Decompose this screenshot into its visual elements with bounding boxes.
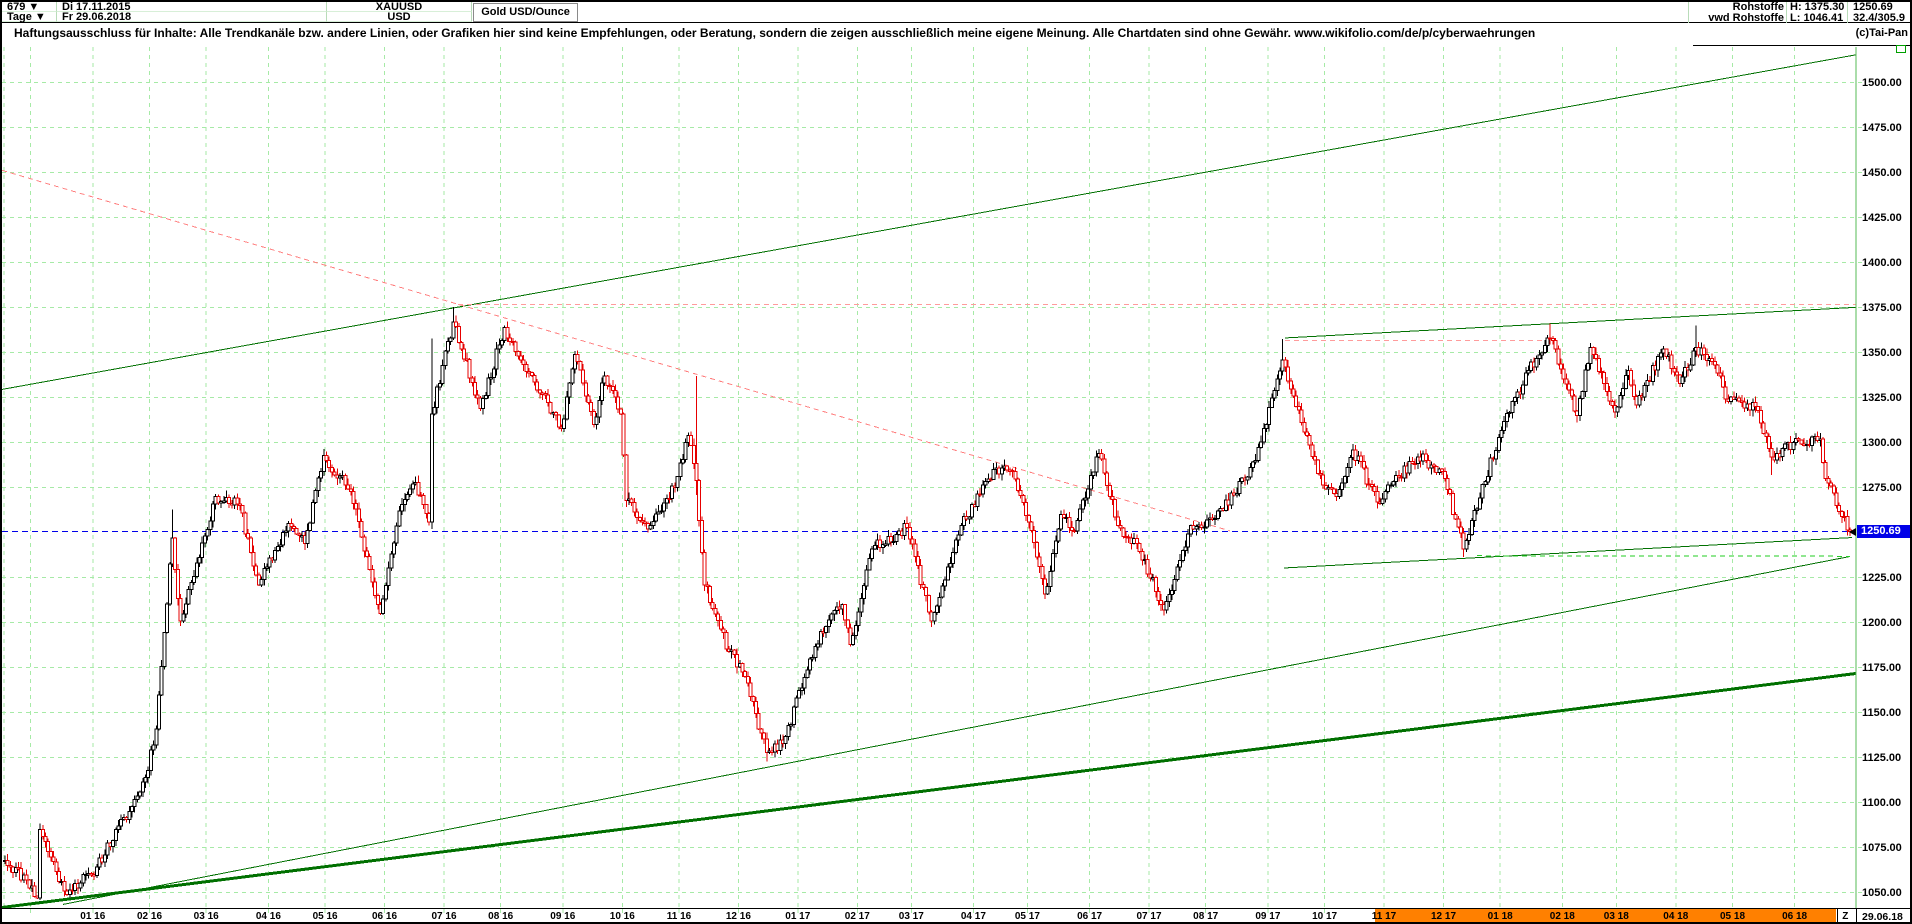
x-axis-month-label: 05 16 xyxy=(313,911,338,922)
zoom-indicator[interactable]: Z xyxy=(1842,911,1848,922)
x-axis-month-label: 01 18 xyxy=(1488,911,1513,922)
y-axis-tick-label: 1175.00 xyxy=(1862,662,1910,674)
x-axis-month-label: 03 16 xyxy=(194,911,219,922)
y-axis-tick-label: 1450.00 xyxy=(1862,167,1910,179)
x-axis-month-label: 02 16 xyxy=(137,911,162,922)
x-axis-month-label: 09 17 xyxy=(1255,911,1280,922)
x-axis-month-label: 05 17 xyxy=(1015,911,1040,922)
y-axis-tick-label: 1275.00 xyxy=(1862,482,1910,494)
x-axis-month-label: 12 17 xyxy=(1431,911,1456,922)
copyright-label: (c)Tai-Pan xyxy=(1790,27,1908,39)
x-axis-month-label: 09 16 xyxy=(550,911,575,922)
y-axis-tick-label: 1225.00 xyxy=(1862,572,1910,584)
x-axis-month-label: 03 18 xyxy=(1604,911,1629,922)
x-axis-month-label: 11 16 xyxy=(667,911,691,922)
chart-corner-control[interactable] xyxy=(1896,45,1906,53)
y-axis-tick-label: 1075.00 xyxy=(1862,842,1910,854)
y-axis-tick-label: 1325.00 xyxy=(1862,392,1910,404)
y-axis-tick-label: 1475.00 xyxy=(1862,122,1910,134)
x-axis-month-label: 02 17 xyxy=(845,911,870,922)
y-axis-tick-label: 1300.00 xyxy=(1862,437,1910,449)
y-axis-tick-label: 1425.00 xyxy=(1862,212,1910,224)
x-axis-month-label: 06 16 xyxy=(372,911,397,922)
data-source: Rohstoffevwd Rohstoffe xyxy=(1692,2,1784,23)
last-price-flag: 1250.69 xyxy=(1857,525,1912,538)
currency-cell: USD xyxy=(327,12,472,22)
high-low-values: H: 1375.30L: 1046.41 xyxy=(1790,2,1845,23)
x-axis-month-label: 06 17 xyxy=(1077,911,1102,922)
period-dropdown[interactable]: Tage ▼ xyxy=(2,12,57,22)
axis-end-date: 29.06.18 xyxy=(1862,911,1903,923)
y-axis-tick-label: 1375.00 xyxy=(1862,302,1910,314)
y-axis-tick-label: 1050.00 xyxy=(1862,887,1910,899)
y-axis-tick-label: 1125.00 xyxy=(1862,752,1910,764)
x-axis-month-label: 06 18 xyxy=(1782,911,1807,922)
x-axis-month-label: 01 17 xyxy=(785,911,810,922)
x-axis-month-label: 03 17 xyxy=(899,911,924,922)
price-pointer-icon xyxy=(1849,528,1856,536)
y-axis-tick-label: 1500.00 xyxy=(1862,77,1910,89)
chart-plot-area[interactable] xyxy=(2,47,1856,908)
x-axis-month-label: 01 16 xyxy=(80,911,105,922)
end-date-cell: Fr 29.06.2018 xyxy=(57,12,327,22)
x-axis-month-label: 12 16 xyxy=(726,911,751,922)
x-axis-month-label: 07 17 xyxy=(1136,911,1161,922)
header-divider xyxy=(0,22,1912,23)
x-axis-month-label: 07 16 xyxy=(431,911,456,922)
x-axis-month-label: 05 18 xyxy=(1720,911,1745,922)
x-axis-month-label: 10 16 xyxy=(610,911,635,922)
y-axis-tick-label: 1350.00 xyxy=(1862,347,1910,359)
y-axis-tick-label: 1200.00 xyxy=(1862,617,1910,629)
x-axis-month-label: 04 18 xyxy=(1663,911,1688,922)
y-axis-tick-label: 1150.00 xyxy=(1862,707,1910,719)
x-axis-month-label: 04 17 xyxy=(961,911,986,922)
x-axis-month-label: 02 18 xyxy=(1550,911,1575,922)
x-axis-month-label: 08 16 xyxy=(488,911,513,922)
y-axis-tick-label: 1400.00 xyxy=(1862,257,1910,269)
x-axis-month-label: 08 17 xyxy=(1193,911,1218,922)
y-axis-tick-label: 1100.00 xyxy=(1862,797,1910,809)
taipan-chart-window: 679 ▼ Di 17.11.2015 XAUUSD Tage ▼ Fr 29.… xyxy=(0,0,1912,924)
x-axis-month-label: 11 17 xyxy=(1372,911,1396,922)
x-axis-month-label: 10 17 xyxy=(1312,911,1337,922)
last-price-and-range: 1250.6932.4/305.9 xyxy=(1853,2,1910,23)
disclaimer-text: Haftungsausschluss für Inhalte: Alle Tre… xyxy=(14,26,1614,40)
x-axis-month-label: 04 16 xyxy=(256,911,281,922)
instrument-title: Gold USD/Ounce xyxy=(473,3,578,22)
header-left-block: 679 ▼ Di 17.11.2015 XAUUSD Tage ▼ Fr 29.… xyxy=(2,2,472,22)
